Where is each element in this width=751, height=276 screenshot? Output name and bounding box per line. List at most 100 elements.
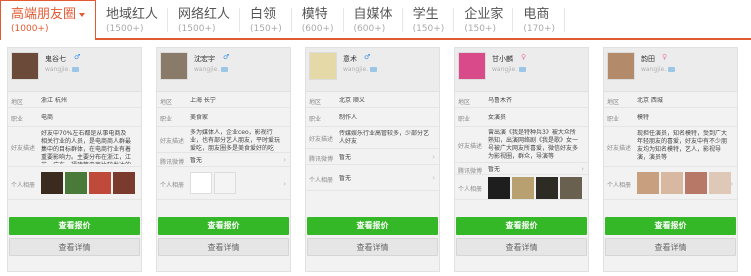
view-quote-button[interactable]: 查看报价 xyxy=(158,217,289,235)
weibo-value: 暂无 xyxy=(488,166,501,173)
chevron-down-icon xyxy=(79,12,86,17)
album-photo[interactable] xyxy=(661,172,683,194)
album-label: 个人相册 xyxy=(160,182,185,189)
profile-handle: wangjie. xyxy=(641,66,676,73)
view-details-button[interactable]: 查看详情 xyxy=(9,238,140,256)
chevron-right-icon: › xyxy=(432,174,435,182)
tab-regional-celebs[interactable]: 地域红人 (1500+) xyxy=(96,0,169,40)
album-photo[interactable] xyxy=(113,172,135,194)
region-value: 上海 长宁 xyxy=(190,97,216,104)
chevron-right-icon: › xyxy=(581,165,584,173)
region-label: 地区 xyxy=(11,99,24,106)
card-header: 韵田 ♀ wangjie. xyxy=(604,48,737,92)
view-details-button[interactable]: 查看详情 xyxy=(456,238,587,256)
album-row[interactable]: 个人相册 xyxy=(8,167,141,200)
region-label: 地区 xyxy=(309,99,322,106)
album-photo[interactable] xyxy=(65,172,87,194)
profile-card: 甘小麟 ♀ wangjie. 地区 乌鲁木齐 职业 女演员 好友描述 曾出演《我… xyxy=(454,47,589,272)
tab-entrepreneurs[interactable]: 企业家 (150+) xyxy=(454,0,514,40)
desc-label: 好友描述 xyxy=(160,138,185,145)
tab-label: 模特 xyxy=(301,7,328,22)
job-row: 职业 美食家 xyxy=(157,108,290,127)
profile-details: 地区 乌鲁木齐 职业 女演员 好友描述 曾出演《我是特种兵3》被大众所熟知，出演… xyxy=(455,93,588,200)
profile-name[interactable]: 鬼谷七 xyxy=(45,54,66,64)
album-row[interactable]: 个人相册 › xyxy=(604,167,737,200)
album-label: 个人相册 xyxy=(607,182,632,189)
region-value: 北京 顺义 xyxy=(339,97,365,104)
weibo-label: 腾讯微博 xyxy=(458,168,483,175)
profile-card: 意术 ♂ wangjie. 地区 北京 顺义 职业 制作人 好友描述 传媒娱乐行… xyxy=(305,47,440,272)
tab-white-collar[interactable]: 白领 (150+) xyxy=(240,0,292,40)
profile-handle: wangjie. xyxy=(194,66,229,73)
tab-premium-friends[interactable]: 高端朋友圈 (1000+) xyxy=(0,0,97,40)
album-photo[interactable] xyxy=(709,172,731,194)
tab-students[interactable]: 学生 (150+) xyxy=(403,0,455,40)
gender-icon: ♂ xyxy=(74,53,81,61)
desc-value: 传媒娱乐行业高管较多，少部分艺人好友 xyxy=(339,130,429,145)
album-thumbnails xyxy=(190,172,238,194)
region-row: 地区 乌鲁木齐 xyxy=(455,93,588,108)
chevron-right-icon: › xyxy=(283,180,286,188)
profile-details: 地区 北京 顺义 职业 制作人 好友描述 传媒娱乐行业高管较多，少部分艺人好友 … xyxy=(306,93,439,191)
avatar[interactable] xyxy=(458,52,486,80)
album-photo[interactable] xyxy=(488,177,510,199)
weibo-row[interactable]: 腾讯微博 暂无 › xyxy=(157,153,290,167)
region-row: 地区 上海 长宁 xyxy=(157,93,290,108)
region-label: 地区 xyxy=(160,99,173,106)
avatar[interactable] xyxy=(11,52,39,80)
album-photo[interactable] xyxy=(536,177,558,199)
tab-divider xyxy=(564,8,566,32)
job-value: 女演员 xyxy=(488,114,507,121)
album-label: 个人相册 xyxy=(458,186,483,193)
region-value: 乌鲁木齐 xyxy=(488,97,513,104)
profile-details: 地区 北京 西城 职业 模特 好友描述 现担任演员，知名模特，受到广大年轻朋友的… xyxy=(604,93,737,200)
desc-label: 好友描述 xyxy=(11,145,36,152)
job-value: 美食家 xyxy=(190,114,209,121)
job-label: 职业 xyxy=(160,116,173,123)
profile-name[interactable]: 韵田 xyxy=(641,54,655,64)
album-row[interactable]: 个人相册 暂无 › xyxy=(306,165,439,191)
avatar[interactable] xyxy=(309,52,337,80)
album-row[interactable]: 个人相册 xyxy=(455,175,588,200)
chevron-right-icon: › xyxy=(283,156,286,164)
album-photo[interactable] xyxy=(512,177,534,199)
album-photo[interactable] xyxy=(214,172,236,194)
album-photo[interactable] xyxy=(190,172,212,194)
view-quote-button[interactable]: 查看报价 xyxy=(456,217,587,235)
album-photo[interactable] xyxy=(637,172,659,194)
view-details-button[interactable]: 查看详情 xyxy=(158,238,289,256)
album-photo[interactable] xyxy=(89,172,111,194)
tab-internet-celebs[interactable]: 网络红人 (1500+) xyxy=(168,0,241,40)
tab-ecommerce[interactable]: 电商 (170+) xyxy=(513,0,566,40)
view-details-button[interactable]: 查看详情 xyxy=(307,238,438,256)
view-quote-button[interactable]: 查看报价 xyxy=(307,217,438,235)
view-quote-button[interactable]: 查看报价 xyxy=(605,217,736,235)
profile-card: 鬼谷七 ♂ wangjie. 地区 浙江 杭州 职业 电商 好友描述 好友中70… xyxy=(7,47,142,272)
album-label: 个人相册 xyxy=(309,177,334,184)
album-photo[interactable] xyxy=(685,172,707,194)
tab-self-media[interactable]: 自媒体 (600+) xyxy=(344,0,403,40)
album-photo[interactable] xyxy=(41,172,63,194)
job-row: 职业 女演员 xyxy=(455,108,588,127)
avatar[interactable] xyxy=(160,52,188,80)
avatar[interactable] xyxy=(607,52,635,80)
album-photo[interactable] xyxy=(560,177,582,199)
tab-label: 网络红人 xyxy=(178,7,231,22)
desc-value: 现担任演员，知名模特，受到广大年轻朋友的喜爱，好友中有不少朋友均为知名模特，艺人… xyxy=(637,130,727,161)
profile-name[interactable]: 沈宏宇 xyxy=(194,54,215,64)
tab-label: 电商 xyxy=(523,7,550,22)
tab-label: 高端朋友圈 xyxy=(11,7,77,22)
tab-count: (600+) xyxy=(353,24,386,34)
profile-name[interactable]: 甘小麟 xyxy=(492,54,513,64)
tab-models[interactable]: 模特 (600+) xyxy=(292,0,344,40)
view-quote-button[interactable]: 查看报价 xyxy=(9,217,140,235)
desc-row: 好友描述 多为媒体人，企业ceo，影视行业，也有部分艺人朋友，平时爱玩爱吃，朋友… xyxy=(157,127,290,153)
weibo-row[interactable]: 腾讯微博 暂无 › xyxy=(306,149,439,165)
card-header: 沈宏宇 ♂ wangjie. xyxy=(157,48,290,92)
profile-name[interactable]: 意术 xyxy=(343,54,357,64)
album-row[interactable]: 个人相册 › xyxy=(157,167,290,200)
weibo-label: 腾讯微博 xyxy=(160,159,185,166)
weibo-row[interactable]: 腾讯微博 暂无 › xyxy=(455,163,588,175)
view-details-button[interactable]: 查看详情 xyxy=(605,238,736,256)
desc-value: 多为媒体人，企业ceo，影视行业，也有部分艺人朋友，平时爱玩爱吃，朋友圈多是美食… xyxy=(190,129,280,151)
